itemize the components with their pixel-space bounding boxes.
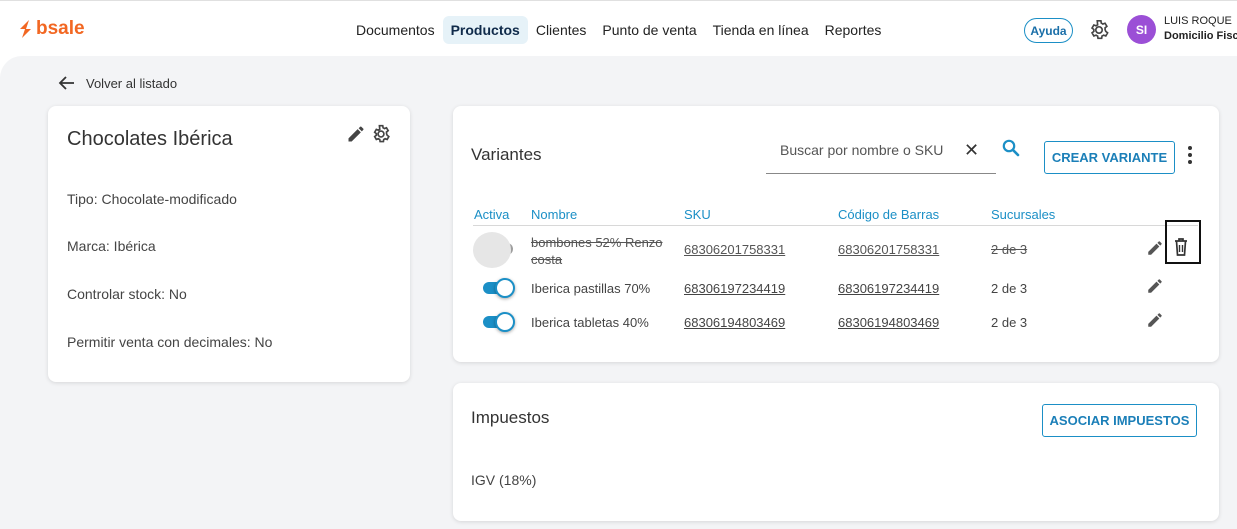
- variant-branches: 2 de 3: [991, 315, 1028, 330]
- edit-variant-pencil-icon[interactable]: [1146, 239, 1164, 257]
- nav-reportes[interactable]: Reportes: [817, 16, 890, 44]
- edit-variant-pencil-icon[interactable]: [1146, 311, 1164, 329]
- edit-product-pencil-icon[interactable]: [346, 124, 366, 144]
- nav-punto-de-venta[interactable]: Punto de venta: [594, 16, 704, 44]
- variant-barcode[interactable]: 68306194803469: [838, 315, 939, 330]
- variant-name[interactable]: bombones 52% Renzo costa: [531, 234, 671, 268]
- column-header-codigo-barras[interactable]: Código de Barras: [838, 207, 939, 222]
- variant-active-toggle[interactable]: [481, 311, 515, 333]
- product-card: Chocolates Ibérica Tipo: Chocolate-modif…: [48, 106, 410, 382]
- more-options-icon[interactable]: [1187, 146, 1193, 164]
- arrow-left-icon: [58, 76, 74, 90]
- variant-search-input[interactable]: [766, 139, 956, 161]
- variant-barcode[interactable]: 68306201758331: [838, 242, 939, 257]
- product-decimal-sales: Permitir venta con decimales: No: [67, 334, 273, 350]
- taxes-card: Impuestos ASOCIAR IMPUESTOS IGV (18%): [453, 383, 1219, 521]
- edit-variant-pencil-icon[interactable]: [1146, 277, 1164, 295]
- clear-search-icon[interactable]: ✕: [964, 140, 979, 161]
- brand-name: bsale: [36, 18, 85, 39]
- product-title: Chocolates Ibérica: [67, 128, 233, 150]
- toggle-focus-halo: [473, 232, 511, 268]
- tax-item: IGV (18%): [471, 472, 537, 488]
- product-brand: Marca: Ibérica: [67, 238, 156, 254]
- create-variant-button[interactable]: CREAR VARIANTE: [1044, 141, 1175, 174]
- table-header-divider: [473, 225, 1198, 226]
- product-settings-gear-icon[interactable]: [371, 124, 391, 144]
- variant-sku[interactable]: 68306201758331: [684, 242, 785, 257]
- search-icon[interactable]: [1002, 139, 1020, 157]
- main-nav: Documentos Productos Clientes Punto de v…: [348, 16, 889, 44]
- variants-card: Variantes ✕ CREAR VARIANTE Activa Nombre…: [453, 106, 1219, 362]
- user-avatar[interactable]: SI: [1127, 15, 1156, 44]
- nav-productos[interactable]: Productos: [442, 16, 528, 44]
- back-label: Volver al listado: [86, 75, 178, 91]
- variant-sku[interactable]: 68306197234419: [684, 281, 785, 296]
- bsale-logo-icon: [20, 20, 31, 38]
- column-header-nombre[interactable]: Nombre: [531, 207, 577, 222]
- variant-branches: 2 de 3: [991, 281, 1028, 296]
- brand-logo[interactable]: bsale: [18, 18, 85, 40]
- variant-branches: 2 de 3: [991, 242, 1028, 257]
- column-header-sku[interactable]: SKU: [684, 207, 711, 222]
- product-stock-control: Controlar stock: No: [67, 286, 187, 302]
- variant-name-line: bombones 52% Renzo: [531, 235, 663, 250]
- product-type: Tipo: Chocolate-modificado: [67, 191, 237, 207]
- nav-tienda-en-linea[interactable]: Tienda en línea: [705, 16, 817, 44]
- associate-taxes-button[interactable]: ASOCIAR IMPUESTOS: [1042, 404, 1197, 437]
- column-header-sucursales[interactable]: Sucursales: [991, 207, 1055, 222]
- help-button[interactable]: Ayuda: [1024, 18, 1073, 43]
- taxes-title: Impuestos: [471, 408, 550, 427]
- nav-clientes[interactable]: Clientes: [528, 16, 595, 44]
- top-bar: bsale Documentos Productos Clientes Punt…: [0, 0, 1237, 56]
- variant-search-field: ✕: [766, 131, 996, 174]
- variant-name[interactable]: Iberica pastillas 70%: [531, 281, 650, 296]
- nav-documentos[interactable]: Documentos: [348, 16, 443, 44]
- variant-name[interactable]: Iberica tabletas 40%: [531, 315, 649, 330]
- back-to-list-link[interactable]: Volver al listado: [58, 75, 177, 91]
- variant-barcode[interactable]: 68306197234419: [838, 281, 939, 296]
- column-header-activa: Activa: [474, 207, 510, 222]
- variant-name-line: costa: [531, 252, 563, 267]
- variants-title: Variantes: [471, 145, 542, 164]
- variant-active-toggle[interactable]: [481, 277, 515, 299]
- user-branch[interactable]: Domicilio Fisca: [1164, 30, 1237, 42]
- variant-sku[interactable]: 68306194803469: [684, 315, 785, 330]
- delete-variant-trash-icon[interactable]: [1173, 237, 1189, 257]
- user-name[interactable]: LUIS ROQUE: [1164, 15, 1232, 27]
- settings-gear-icon[interactable]: [1088, 19, 1110, 41]
